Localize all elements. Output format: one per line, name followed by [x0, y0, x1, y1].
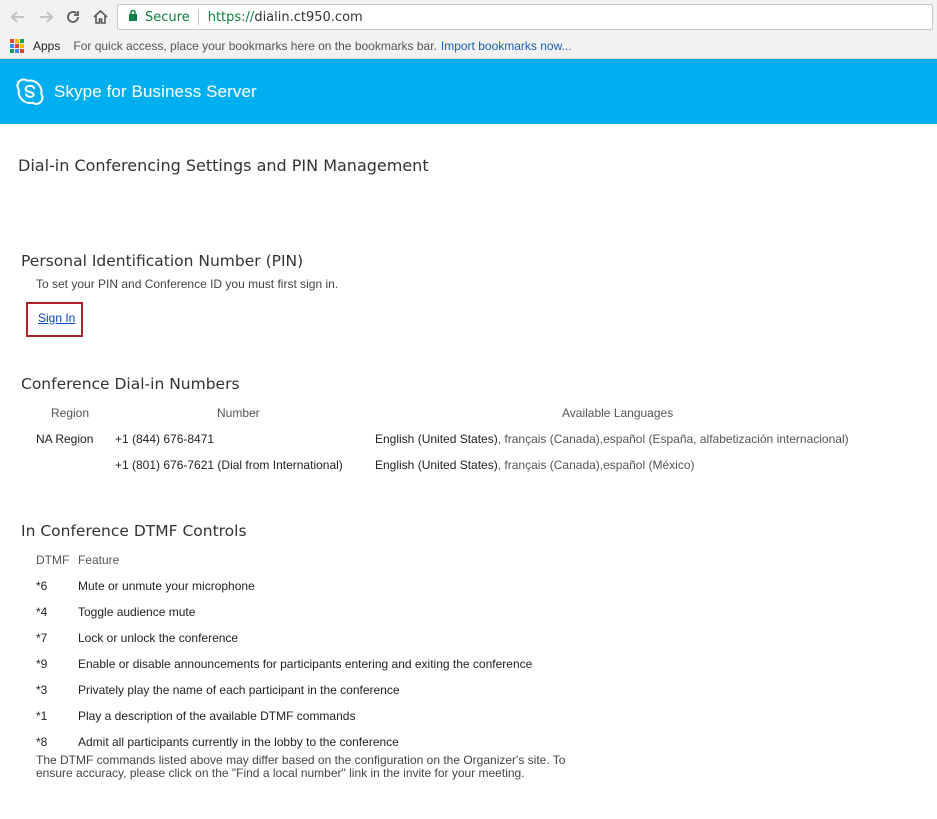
region-cell: NA Region: [36, 432, 94, 446]
dtmf-heading: In Conference DTMF Controls: [21, 522, 247, 540]
home-icon[interactable]: [90, 7, 110, 27]
page-title: Dial-in Conferencing Settings and PIN Ma…: [18, 156, 429, 175]
dtmf-feature: Toggle audience mute: [78, 605, 196, 619]
url-protocol: https://: [207, 9, 255, 25]
import-bookmarks-link[interactable]: Import bookmarks now...: [441, 39, 572, 53]
column-header-region: Region: [51, 406, 90, 420]
sign-in-highlight: Sign In: [26, 302, 83, 337]
dtmf-code: *7: [36, 631, 48, 645]
url-text[interactable]: https://dialin.ct950.com: [208, 10, 363, 25]
column-header-languages: Available Languages: [562, 406, 674, 420]
sign-in-link[interactable]: Sign In: [38, 311, 75, 325]
banner-title: Skype for Business Server: [54, 82, 257, 101]
secure-indicator[interactable]: Secure: [118, 9, 199, 25]
skype-header-banner: Skype for Business Server: [0, 59, 937, 124]
dtmf-feature: Admit all participants currently in the …: [78, 735, 399, 749]
number-cell: +1 (801) 676-7621 (Dial from Internation…: [115, 458, 343, 472]
dtmf-note: The DTMF commands listed above may diffe…: [36, 753, 566, 780]
languages-cell: English (United States), français (Canad…: [375, 458, 695, 472]
apps-grid-icon[interactable]: [10, 39, 24, 53]
back-arrow-icon[interactable]: [8, 7, 28, 27]
browser-toolbar: Secure https://dialin.ct950.com: [0, 0, 937, 34]
pin-heading: Personal Identification Number (PIN): [21, 252, 304, 270]
column-header-dtmf: DTMF: [36, 553, 70, 567]
bookmarks-bar: Apps For quick access, place your bookma…: [0, 34, 937, 59]
language-others: , français (Canada),español (México): [497, 458, 695, 472]
number-cell: +1 (844) 676-8471: [115, 432, 215, 446]
skype-logo-icon: [15, 78, 45, 106]
reload-icon[interactable]: [63, 7, 83, 27]
dtmf-code: *9: [36, 657, 48, 671]
address-bar[interactable]: Secure https://dialin.ct950.com: [117, 4, 933, 30]
dtmf-feature: Mute or unmute your microphone: [78, 579, 255, 593]
pin-instruction: To set your PIN and Conference ID you mu…: [36, 277, 339, 291]
language-others: , français (Canada),español (España, alf…: [497, 432, 849, 446]
url-host: dialin.ct950.com: [254, 9, 363, 25]
dtmf-code: *4: [36, 605, 48, 619]
dialin-heading: Conference Dial-in Numbers: [21, 375, 240, 393]
dtmf-feature: Privately play the name of each particip…: [78, 683, 400, 697]
dtmf-feature: Enable or disable announcements for part…: [78, 657, 533, 671]
dtmf-code: *3: [36, 683, 48, 697]
dtmf-code: *1: [36, 709, 48, 723]
languages-cell: English (United States), français (Canad…: [375, 432, 849, 446]
dtmf-code: *8: [36, 735, 48, 749]
dtmf-feature: Play a description of the available DTMF…: [78, 709, 356, 723]
dtmf-code: *6: [36, 579, 48, 593]
language-primary: English (United States): [375, 432, 498, 446]
forward-arrow-icon[interactable]: [36, 7, 56, 27]
language-primary: English (United States): [375, 458, 498, 472]
bookmarks-hint: For quick access, place your bookmarks h…: [73, 39, 437, 53]
column-header-number: Number: [217, 406, 260, 420]
secure-label: Secure: [145, 9, 190, 25]
apps-shortcut[interactable]: Apps: [33, 39, 60, 53]
column-header-feature: Feature: [78, 553, 120, 567]
lock-icon: [128, 9, 138, 25]
dtmf-feature: Lock or unlock the conference: [78, 631, 239, 645]
